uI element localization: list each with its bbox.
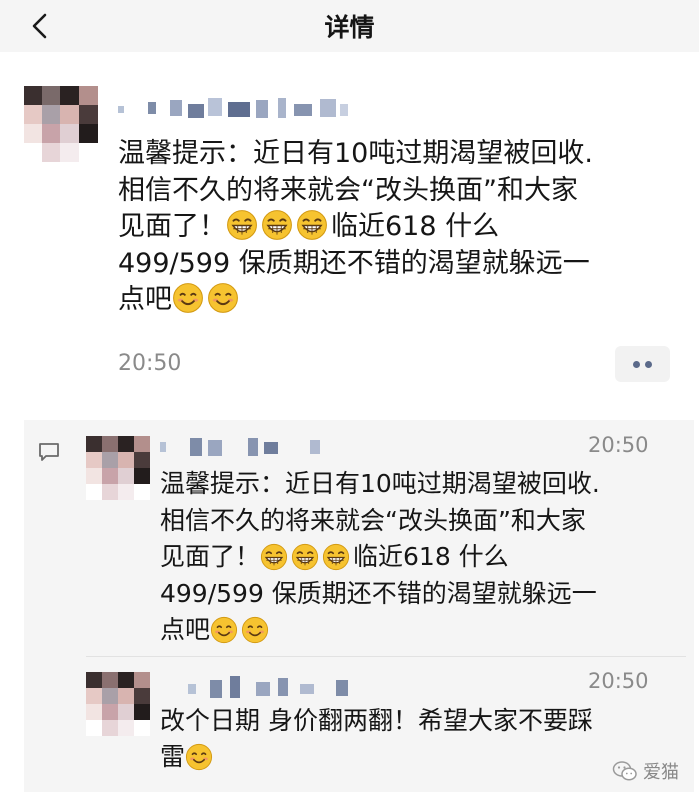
top-nav-bar: 详情: [0, 0, 699, 52]
dot-icon: [633, 361, 640, 368]
comment-divider: [86, 656, 686, 657]
post-timestamp: 20:50: [118, 351, 182, 376]
comment-text-main: 改个日期 身价翻两翻！希望大家不要踩 雷: [160, 706, 593, 771]
comment-content: 改个日期 身价翻两翻！希望大家不要踩 雷: [160, 703, 680, 775]
post-content: 温馨提示：近日有10吨过期渴望被回收. 相信不久的将来就会“改头换面”和大家 见…: [118, 136, 688, 319]
grinning-face-icon: [322, 543, 350, 571]
grinning-face-icon: [296, 209, 328, 241]
wechat-icon: [612, 759, 638, 783]
smiling-face-icon: [210, 616, 238, 644]
avatar[interactable]: [24, 86, 98, 162]
nickname-blurred: [160, 674, 360, 700]
smiling-face-icon: [241, 616, 269, 644]
more-actions-button[interactable]: [615, 346, 670, 382]
watermark-text: 爱猫: [643, 762, 679, 783]
grinning-face-icon: [291, 543, 319, 571]
comment-icon: [38, 442, 60, 462]
dot-icon: [645, 361, 652, 368]
nickname-blurred: [160, 434, 340, 458]
smiling-face-icon: [172, 282, 204, 314]
avatar[interactable]: [86, 672, 150, 736]
comment-timestamp: 20:50: [588, 433, 649, 457]
nickname-blurred: [118, 96, 353, 120]
comment-timestamp: 20:50: [588, 669, 649, 693]
watermark: 爱猫: [612, 758, 679, 784]
smiling-face-icon: [207, 282, 239, 314]
avatar[interactable]: [86, 436, 150, 500]
grinning-face-icon: [226, 209, 258, 241]
comment-content: 温馨提示：近日有10吨过期渴望被回收. 相信不久的将来就会“改头换面”和大家 见…: [160, 466, 680, 649]
page-title: 详情: [324, 13, 375, 42]
smiling-face-icon: [185, 743, 213, 771]
grinning-face-icon: [261, 209, 293, 241]
grinning-face-icon: [260, 543, 288, 571]
